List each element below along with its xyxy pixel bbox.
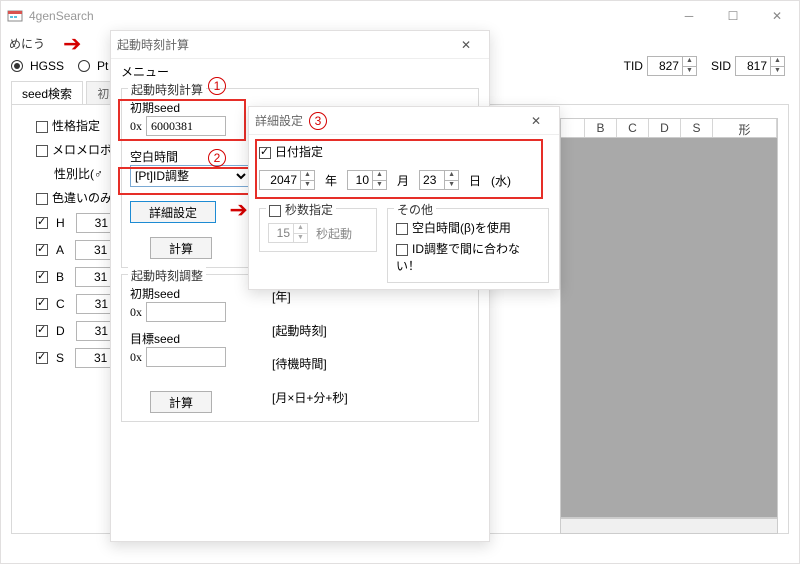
lbl-seconds: 秒数指定	[285, 203, 333, 217]
lbl-seibetsu: 性別比(♂	[54, 167, 103, 181]
radio-hgss[interactable]	[11, 60, 23, 72]
adj-seed-input[interactable]	[146, 302, 226, 322]
main-titlebar: 4genSearch ─ ☐ ✕	[1, 1, 799, 31]
minimize-button[interactable]: ─	[667, 1, 711, 31]
chk-irochigai[interactable]	[36, 193, 48, 205]
maximize-button[interactable]: ☐	[711, 1, 755, 31]
dialog2-titlebar: 詳細設定 3 ✕	[249, 107, 559, 135]
close-button[interactable]: ✕	[755, 1, 799, 31]
col-s[interactable]: S	[681, 119, 713, 137]
radio-hgss-label: HGSS	[30, 59, 64, 73]
dialog1-menu[interactable]: メニュー	[121, 63, 479, 80]
badge-1: 1	[208, 77, 226, 95]
chk-d[interactable]	[36, 325, 48, 337]
tab-seed[interactable]: seed検索	[11, 81, 83, 105]
scrollbar-horizontal[interactable]	[560, 518, 778, 534]
game-radio-group: HGSS Pt	[11, 59, 108, 73]
group-calc-label: 起動時刻計算	[128, 81, 206, 98]
app-icon	[7, 8, 23, 24]
hex-prefix2: 0x	[130, 305, 142, 320]
callout-1	[118, 99, 246, 141]
lbl-other: その他	[394, 201, 436, 218]
tid-label: TID	[624, 59, 643, 73]
grid-header: B C D S 形	[560, 118, 778, 138]
sid-input[interactable]: ▲▼	[735, 56, 785, 76]
grid-body[interactable]	[560, 138, 778, 518]
hex-prefix3: 0x	[130, 350, 142, 365]
target-seed-input[interactable]	[146, 347, 226, 367]
chk-beta[interactable]	[396, 223, 408, 235]
radio-pt[interactable]	[78, 60, 90, 72]
lbl-sec-run: 秒起動	[316, 225, 352, 242]
seconds-input: ▲▼	[268, 223, 308, 243]
lbl-seikaku: 性格指定	[52, 119, 100, 133]
lbl-d: D	[56, 324, 65, 338]
lbl-a: A	[56, 243, 64, 257]
col-d[interactable]: D	[649, 119, 681, 137]
chk-date[interactable]	[259, 147, 271, 159]
lbl-beta: 空白時間(β)を使用	[412, 221, 511, 235]
col-kata[interactable]: 形	[713, 119, 777, 137]
dialog2-close[interactable]: ✕	[519, 114, 553, 128]
dialog2-title: 詳細設定	[255, 112, 303, 129]
lbl-c: C	[56, 297, 65, 311]
arrow-right-icon: ➔	[229, 197, 247, 222]
main-title: 4genSearch	[29, 9, 94, 23]
dialog1-titlebar: 起動時刻計算 ✕	[111, 31, 489, 59]
chk-a[interactable]	[36, 244, 48, 256]
chk-s[interactable]	[36, 352, 48, 364]
tid-input[interactable]: ▲▼	[647, 56, 697, 76]
chk-h[interactable]	[36, 217, 48, 229]
lbl-h: H	[56, 216, 65, 230]
calc-button[interactable]: 計算	[150, 237, 212, 259]
sid-label: SID	[711, 59, 731, 73]
callout-3	[255, 139, 543, 199]
chk-c[interactable]	[36, 298, 48, 310]
chk-idadj[interactable]	[396, 244, 408, 256]
menu-item[interactable]: めにう	[9, 35, 45, 52]
badge-2: 2	[208, 149, 226, 167]
detail-settings-button[interactable]: 詳細設定	[130, 201, 216, 223]
chk-seikaku[interactable]	[36, 121, 48, 133]
chk-b[interactable]	[36, 271, 48, 283]
chk-meromero[interactable]	[36, 145, 48, 157]
out-mdms: [月×日+分+秒]	[272, 382, 348, 416]
callout-2	[118, 167, 256, 195]
calc-button-2[interactable]: 計算	[150, 391, 212, 413]
radio-pt-label: Pt	[97, 59, 108, 73]
badge-3: 3	[309, 112, 327, 130]
group-seconds: 秒数指定 ▲▼ 秒起動	[259, 208, 377, 252]
dialog1-title: 起動時刻計算	[117, 36, 189, 53]
dialog1-close[interactable]: ✕	[449, 38, 483, 52]
out-waittime: [待機時間]	[272, 348, 348, 382]
col-c[interactable]: C	[617, 119, 649, 137]
dialog-detail: 詳細設定 3 ✕ 日付指定 ▲▼ 年 ▲▼ 月 ▲▼ 日 (水) 秒数指定 ▲▼…	[248, 106, 560, 290]
lbl-s: S	[56, 351, 64, 365]
col-b[interactable]: B	[585, 119, 617, 137]
lbl-b: B	[56, 270, 64, 284]
group-adjust: 起動時刻調整 初期seed 0x 目標seed 0x [年] [起動時刻] [待…	[121, 274, 479, 422]
out-starttime: [起動時刻]	[272, 315, 348, 349]
lbl-irochigai: 色違いのみ	[52, 191, 112, 205]
chk-seconds[interactable]	[269, 205, 281, 217]
group-adjust-label: 起動時刻調整	[128, 267, 206, 284]
group-other: その他 空白時間(β)を使用 ID調整で間に合わない！	[387, 208, 549, 283]
lbl-idadj: ID調整で間に合わない！	[396, 242, 520, 273]
